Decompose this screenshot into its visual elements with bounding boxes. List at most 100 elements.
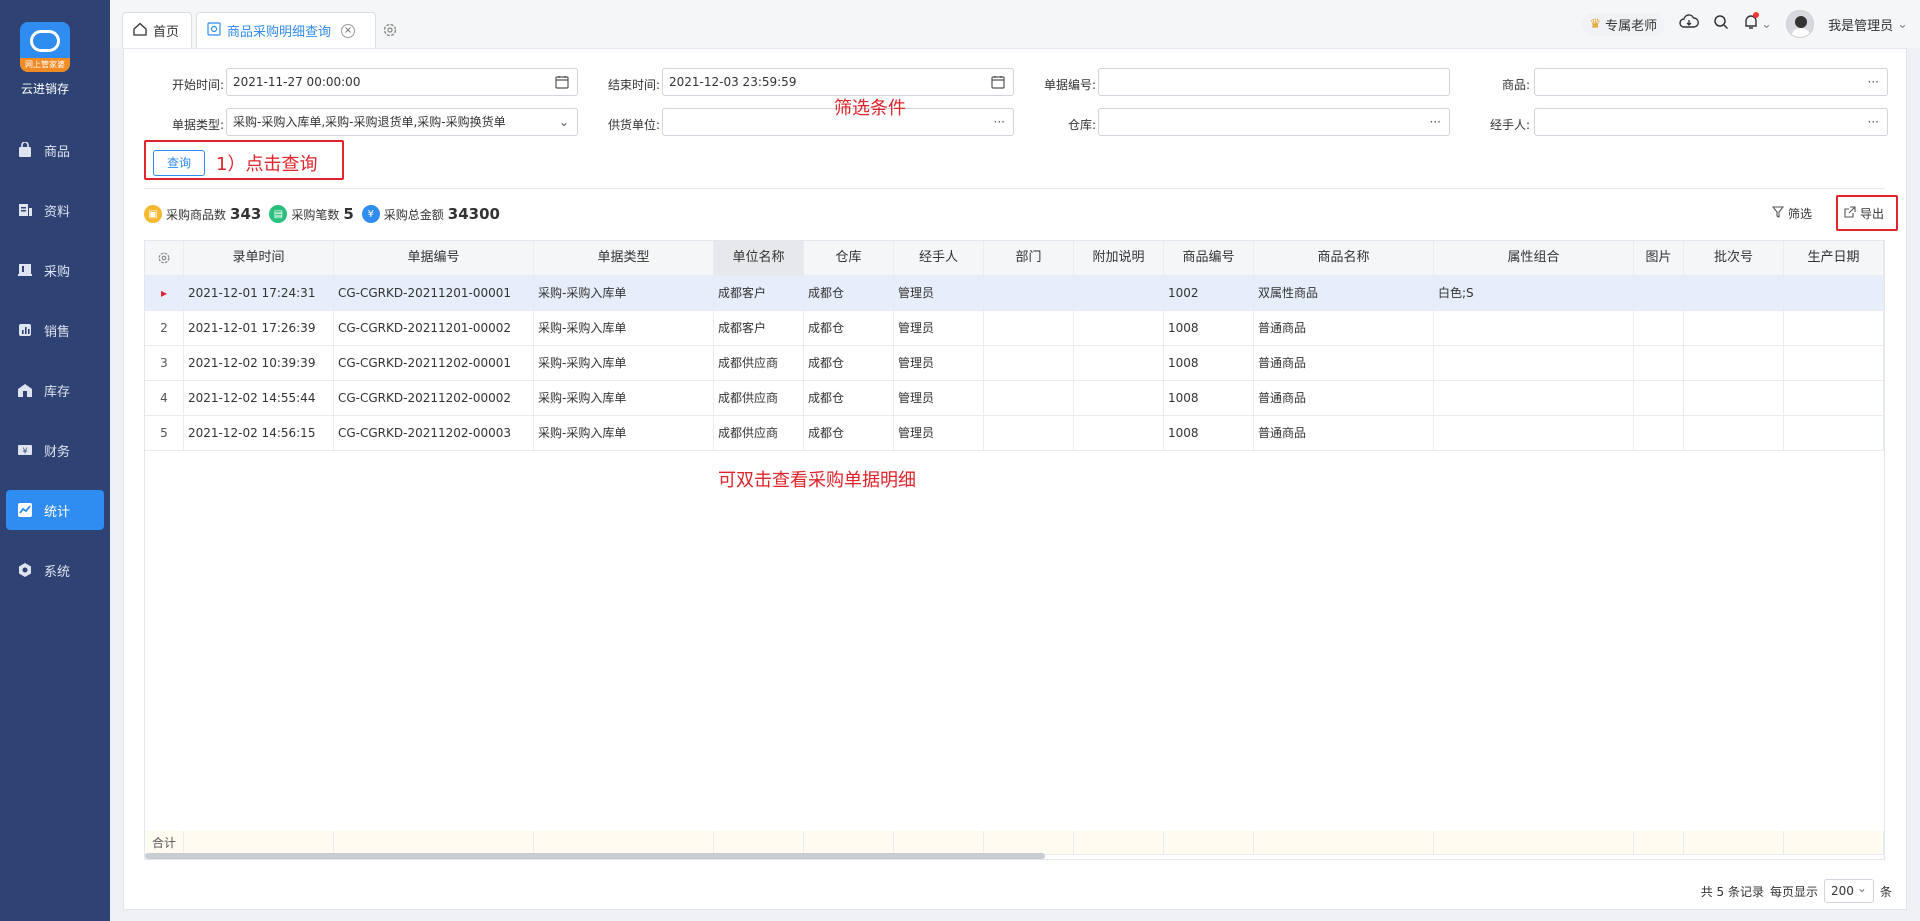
- cell-goods-no: 1002: [1164, 276, 1254, 311]
- chevron-down-icon[interactable]: ⌄: [1897, 17, 1908, 32]
- query-button[interactable]: 查询: [153, 150, 205, 176]
- per-page-unit: 条: [1879, 884, 1892, 899]
- calendar-icon[interactable]: [991, 69, 1005, 98]
- cell-goods-name: 双属性商品: [1254, 276, 1434, 311]
- col-warehouse[interactable]: 仓库: [804, 241, 894, 276]
- bell-icon[interactable]: [1743, 12, 1760, 34]
- col-attr-combo[interactable]: 属性组合: [1434, 241, 1634, 276]
- trend-icon: [16, 501, 34, 519]
- tab-home[interactable]: 首页: [122, 12, 192, 48]
- sum-cell: [1784, 831, 1884, 855]
- start-time-input[interactable]: 2021-11-27 00:00:00: [226, 68, 578, 96]
- cell-warehouse: 成都仓: [804, 311, 894, 346]
- user-name[interactable]: 我是管理员: [1828, 15, 1893, 34]
- more-icon[interactable]: ···: [1868, 109, 1879, 135]
- col-prod-date[interactable]: 生产日期: [1784, 241, 1884, 276]
- sidebar-item-system[interactable]: 系统: [6, 550, 104, 590]
- sidebar-item-label: 商品: [44, 144, 71, 160]
- close-icon[interactable]: ×: [341, 23, 356, 38]
- doc-type-select[interactable]: 采购-采购入库单,采购-采购退货单,采购-采购换货单 ⌄: [226, 108, 578, 136]
- pagination: 共 5 条记录 每页显示 200 条: [1700, 877, 1892, 903]
- row-index: 4: [145, 381, 184, 416]
- table-row[interactable]: 4 2021-12-02 14:55:44 CG-CGRKD-20211202-…: [145, 381, 1884, 416]
- calendar-icon[interactable]: [555, 69, 569, 98]
- avatar[interactable]: [1786, 10, 1815, 38]
- more-icon[interactable]: ···: [994, 109, 1005, 135]
- more-icon[interactable]: ···: [1430, 109, 1441, 135]
- sum-cell: [894, 831, 984, 855]
- handler-input[interactable]: ···: [1534, 108, 1888, 136]
- record-total: 共 5 条记录: [1700, 884, 1764, 899]
- table-row[interactable]: ▸ 2021-12-01 17:24:31 CG-CGRKD-20211201-…: [145, 276, 1884, 311]
- sidebar-item-data[interactable]: 资料: [6, 190, 104, 230]
- tab-bar: 首页 商品采购明细查询 × ♛ 专属老师 ⌄ 我是管理员 ⌄: [110, 0, 1920, 48]
- cloud-download-icon[interactable]: [1679, 14, 1700, 34]
- cell-department: [984, 381, 1074, 416]
- svg-text:¥: ¥: [22, 447, 27, 456]
- filter-button[interactable]: 筛选: [1771, 205, 1812, 222]
- end-time-input[interactable]: 2021-12-03 23:59:59: [662, 68, 1014, 96]
- cell-warehouse: 成都仓: [804, 346, 894, 381]
- col-remark[interactable]: 附加说明: [1074, 241, 1164, 276]
- col-goods-name[interactable]: 商品名称: [1254, 241, 1434, 276]
- doc-type-value: 采购-采购入库单,采购-采购退货单,采购-采购换货单: [233, 115, 506, 129]
- chart-icon: [16, 321, 34, 339]
- doc-icon: [16, 201, 34, 219]
- table-row[interactable]: 5 2021-12-02 14:56:15 CG-CGRKD-20211202-…: [145, 416, 1884, 451]
- col-unit-name[interactable]: 单位名称: [714, 241, 804, 276]
- col-image[interactable]: 图片: [1634, 241, 1684, 276]
- col-doc-no[interactable]: 单据编号: [334, 241, 534, 276]
- column-settings[interactable]: [145, 241, 184, 276]
- page-size-select[interactable]: 200: [1823, 877, 1874, 903]
- cell-doc-no: CG-CGRKD-20211202-00002: [334, 381, 534, 416]
- col-doc-type[interactable]: 单据类型: [534, 241, 714, 276]
- col-batch-no[interactable]: 批次号: [1684, 241, 1784, 276]
- warehouse-label: 仓库:: [1067, 118, 1096, 132]
- receipt-icon: ▤: [269, 205, 288, 223]
- sidebar-item-inventory[interactable]: 库存: [6, 370, 104, 410]
- col-entry-time[interactable]: 录单时间: [184, 241, 334, 276]
- cell-prod-date: [1784, 346, 1884, 381]
- sidebar-item-label: 销售: [44, 324, 71, 340]
- tab-label: 商品采购明细查询: [227, 25, 332, 40]
- vip-teacher-button[interactable]: ♛ 专属老师: [1581, 12, 1666, 36]
- sidebar-item-goods[interactable]: 商品: [6, 130, 104, 170]
- sidebar-item-finance[interactable]: ¥ 财务: [6, 430, 104, 470]
- cell-image: [1634, 311, 1684, 346]
- goods-input[interactable]: ···: [1534, 68, 1888, 96]
- sum-cell: [1254, 831, 1434, 855]
- money-icon: ¥: [16, 441, 34, 459]
- warehouse-input[interactable]: ···: [1098, 108, 1450, 136]
- cart-icon: [16, 261, 34, 279]
- chevron-down-icon[interactable]: ⌄: [559, 109, 569, 135]
- col-department[interactable]: 部门: [984, 241, 1074, 276]
- table-row[interactable]: 3 2021-12-02 10:39:39 CG-CGRKD-20211202-…: [145, 346, 1884, 381]
- search-icon[interactable]: [1713, 14, 1729, 34]
- sum-cell: [1684, 831, 1784, 855]
- cell-entry-time: 2021-12-02 14:56:15: [184, 416, 334, 451]
- sum-cell: [1074, 831, 1164, 855]
- export-button[interactable]: 导出: [1844, 205, 1884, 222]
- cell-goods-no: 1008: [1164, 311, 1254, 346]
- col-goods-no[interactable]: 商品编号: [1164, 241, 1254, 276]
- cell-entry-time: 2021-12-02 10:39:39: [184, 346, 334, 381]
- tab-purchase-detail[interactable]: 商品采购明细查询 ×: [196, 12, 376, 48]
- doc-no-input[interactable]: [1098, 68, 1450, 96]
- cell-doc-no: CG-CGRKD-20211201-00001: [334, 276, 534, 311]
- chevron-down-icon[interactable]: ⌄: [1761, 17, 1772, 32]
- horizontal-scrollbar[interactable]: [145, 853, 1045, 859]
- col-handler[interactable]: 经手人: [894, 241, 984, 276]
- sum-cell: [984, 831, 1074, 855]
- sidebar-item-purchase[interactable]: 采购: [6, 250, 104, 290]
- gear-icon[interactable]: [382, 22, 398, 38]
- sidebar-item-statistics[interactable]: 统计: [6, 490, 104, 530]
- more-icon[interactable]: ···: [1868, 69, 1879, 95]
- table-row[interactable]: 2 2021-12-01 17:26:39 CG-CGRKD-20211201-…: [145, 311, 1884, 346]
- cell-handler: 管理员: [894, 381, 984, 416]
- sidebar-item-sales[interactable]: 销售: [6, 310, 104, 350]
- cell-goods-name: 普通商品: [1254, 346, 1434, 381]
- cell-batch-no: [1684, 276, 1784, 311]
- app-logo: 网上管家婆: [20, 22, 70, 72]
- cloud-logo-icon: [30, 30, 60, 52]
- stat-count-label: 采购笔数: [291, 207, 340, 222]
